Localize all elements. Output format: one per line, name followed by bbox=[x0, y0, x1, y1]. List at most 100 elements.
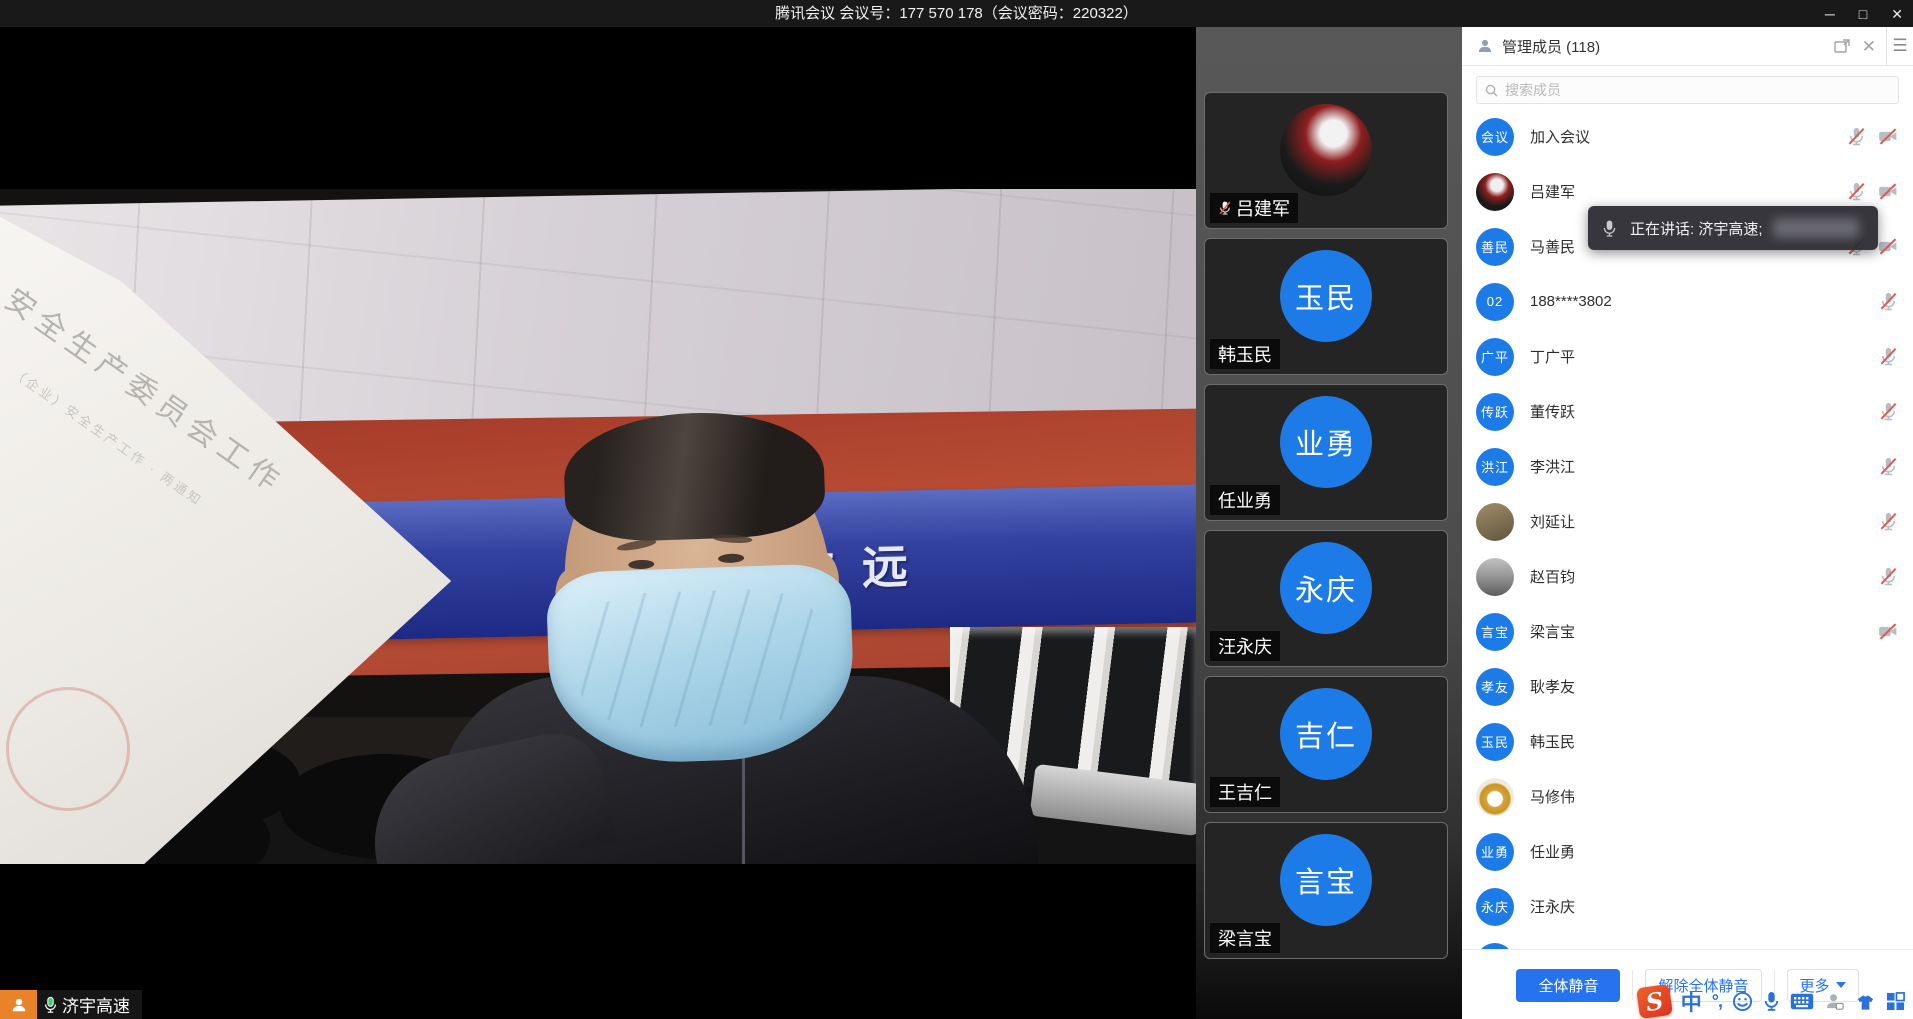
member-row-梁言宝[interactable]: 言宝 梁言宝 bbox=[1462, 604, 1913, 659]
microphone-icon bbox=[1602, 219, 1617, 238]
thumbnail-avatar: 玉民 bbox=[1280, 250, 1372, 342]
voice-input-icon[interactable] bbox=[1763, 991, 1780, 1012]
microphone-muted-icon bbox=[1878, 291, 1899, 312]
member-status-icons bbox=[1878, 291, 1899, 312]
member-name: 188****3802 bbox=[1530, 293, 1878, 310]
member-avatar: 善民 bbox=[1476, 228, 1514, 266]
member-avatar bbox=[1476, 503, 1514, 541]
member-panel-title: 管理成员 (118) bbox=[1502, 36, 1834, 57]
toolbox-icon[interactable] bbox=[1886, 992, 1905, 1011]
video-thumbnail-任业勇[interactable]: 业勇 任业勇 bbox=[1204, 384, 1448, 521]
thumbnail-avatar: 永庆 bbox=[1280, 542, 1372, 634]
member-row-耿孝友[interactable]: 孝友 耿孝友 bbox=[1462, 659, 1913, 714]
panel-close-icon[interactable]: ✕ bbox=[1862, 38, 1876, 55]
person-head bbox=[559, 418, 836, 749]
microphone-muted-icon bbox=[1878, 401, 1899, 422]
main-video-stage[interactable]: 业 山东交运 致 远 安全生产委员会工作 （企业）安全生产工作 · 两通知 bbox=[0, 27, 1196, 1019]
member-search-input[interactable]: 搜索成员 bbox=[1476, 76, 1899, 104]
person-hair bbox=[562, 409, 827, 544]
thumbnail-avatar bbox=[1280, 104, 1372, 196]
person-icon bbox=[10, 996, 28, 1014]
member-avatar: 业勇 bbox=[1476, 833, 1514, 871]
skin-icon[interactable] bbox=[1855, 992, 1876, 1012]
microphone-muted-icon bbox=[1878, 346, 1899, 367]
video-thumbnail-strip: 吕建军 玉民 韩玉民 业勇 任业勇 永庆 汪永庆 吉仁 王吉仁 言宝 bbox=[1196, 27, 1462, 1019]
member-status-icons bbox=[1878, 401, 1899, 422]
member-row-李洪江[interactable]: 洪江 李洪江 bbox=[1462, 439, 1913, 494]
emoji-icon[interactable] bbox=[1732, 991, 1753, 1012]
member-avatar bbox=[1476, 778, 1514, 816]
video-thumbnail-梁言宝[interactable]: 言宝 梁言宝 bbox=[1204, 822, 1448, 959]
mute-all-button[interactable]: 全体静音 bbox=[1516, 969, 1620, 1002]
person-zipper bbox=[742, 745, 745, 864]
thumbnail-name-label: 任业勇 bbox=[1210, 485, 1280, 515]
panel-menu-icon[interactable]: ☰ bbox=[1887, 36, 1913, 56]
member-row-任业勇[interactable]: 业勇 任业勇 bbox=[1462, 824, 1913, 879]
video-thumbnail-王吉仁[interactable]: 吉仁 王吉仁 bbox=[1204, 676, 1448, 813]
close-button[interactable]: ✕ bbox=[1891, 7, 1903, 21]
microphone-muted-icon bbox=[1878, 456, 1899, 477]
person-eye bbox=[718, 553, 744, 563]
member-avatar: 洪江 bbox=[1476, 448, 1514, 486]
blurred-speaker-names bbox=[1773, 218, 1859, 238]
speaking-toast-text: 正在讲话: 济宇高速; bbox=[1630, 218, 1763, 239]
member-name: 耿孝友 bbox=[1530, 676, 1899, 697]
titlebar: 腾讯会议 会议号：177 570 178（会议密码：220322） bbox=[0, 0, 1913, 27]
member-name: 赵百钧 bbox=[1530, 566, 1878, 587]
punctuation-icon[interactable]: °, bbox=[1712, 991, 1722, 1012]
thumbnail-name-label: 汪永庆 bbox=[1210, 631, 1280, 661]
member-avatar bbox=[1476, 173, 1514, 211]
member-row-马修伟[interactable]: 马修伟 bbox=[1462, 769, 1913, 824]
minimize-button[interactable]: ─ bbox=[1825, 7, 1835, 21]
member-status-icons bbox=[1846, 126, 1899, 147]
speaker-name: 济宇高速 bbox=[62, 992, 130, 1017]
member-row-丁广平[interactable]: 广平 丁广平 bbox=[1462, 329, 1913, 384]
sogou-logo-icon[interactable]: S bbox=[1636, 984, 1673, 1019]
video-thumbnail-汪永庆[interactable]: 永庆 汪永庆 bbox=[1204, 530, 1448, 667]
person-eye bbox=[628, 560, 654, 570]
member-name: 韩玉民 bbox=[1530, 731, 1899, 752]
member-row-韩玉民[interactable]: 玉民 韩玉民 bbox=[1462, 714, 1913, 769]
member-row-汪永庆[interactable]: 永庆 汪永庆 bbox=[1462, 879, 1913, 934]
member-name: 董传跃 bbox=[1530, 401, 1878, 422]
meeting-title: 腾讯会议 会议号：177 570 178（会议密码：220322） bbox=[0, 0, 1913, 27]
speaker-name-chip: 济宇高速 bbox=[37, 990, 142, 1019]
thumbnail-avatar: 言宝 bbox=[1280, 834, 1372, 926]
search-icon bbox=[1485, 84, 1498, 97]
sogou-ime-bar: S 中 °, bbox=[1638, 985, 1905, 1018]
member-row-加入会议[interactable]: 会议 加入会议 bbox=[1462, 109, 1913, 164]
member-name: 刘延让 bbox=[1530, 511, 1878, 532]
member-panel: 管理成员 (118) ✕ ☰ 搜索成员 会议 加入会议 吕建军 善民 bbox=[1462, 27, 1913, 1019]
soft-keyboard-icon[interactable] bbox=[1790, 993, 1814, 1010]
popout-icon[interactable] bbox=[1834, 39, 1850, 54]
speaker-badge bbox=[0, 990, 37, 1019]
member-avatar: 言宝 bbox=[1476, 613, 1514, 651]
video-thumbnail-韩玉民[interactable]: 玉民 韩玉民 bbox=[1204, 238, 1448, 375]
member-avatar bbox=[1476, 558, 1514, 596]
microphone-muted-icon bbox=[1846, 181, 1867, 202]
member-row-188****3802[interactable]: 02 188****3802 bbox=[1462, 274, 1913, 329]
member-name: 梁言宝 bbox=[1530, 621, 1877, 642]
thumbnail-avatar: 吉仁 bbox=[1280, 688, 1372, 780]
microphone-muted-icon bbox=[1846, 126, 1867, 147]
profile-icon[interactable] bbox=[1824, 991, 1845, 1012]
search-placeholder: 搜索成员 bbox=[1505, 80, 1561, 100]
member-row-赵百钧[interactable]: 赵百钧 bbox=[1462, 549, 1913, 604]
chinese-mode-icon[interactable]: 中 bbox=[1681, 987, 1702, 1017]
video-thumbnail-吕建军[interactable]: 吕建军 bbox=[1204, 92, 1448, 229]
camera-off-icon bbox=[1877, 181, 1899, 202]
member-row-刘延让[interactable]: 刘延让 bbox=[1462, 494, 1913, 549]
microphone-muted-icon bbox=[1878, 511, 1899, 532]
microphone-muted-icon bbox=[1218, 200, 1232, 216]
member-status-icons bbox=[1877, 621, 1899, 642]
speaking-toast: 正在讲话: 济宇高速; bbox=[1588, 206, 1878, 250]
member-row-董传跃[interactable]: 传跃 董传跃 bbox=[1462, 384, 1913, 439]
member-name: 李洪江 bbox=[1530, 456, 1878, 477]
member-avatar: 会议 bbox=[1476, 118, 1514, 156]
member-avatar: 02 bbox=[1476, 283, 1514, 321]
maximize-button[interactable]: □ bbox=[1859, 7, 1867, 21]
member-row[interactable] bbox=[1462, 934, 1913, 949]
member-status-icons bbox=[1878, 456, 1899, 477]
microphone-muted-icon bbox=[1878, 566, 1899, 587]
main-video-frame: 业 山东交运 致 远 安全生产委员会工作 （企业）安全生产工作 · 两通知 bbox=[0, 189, 1196, 864]
